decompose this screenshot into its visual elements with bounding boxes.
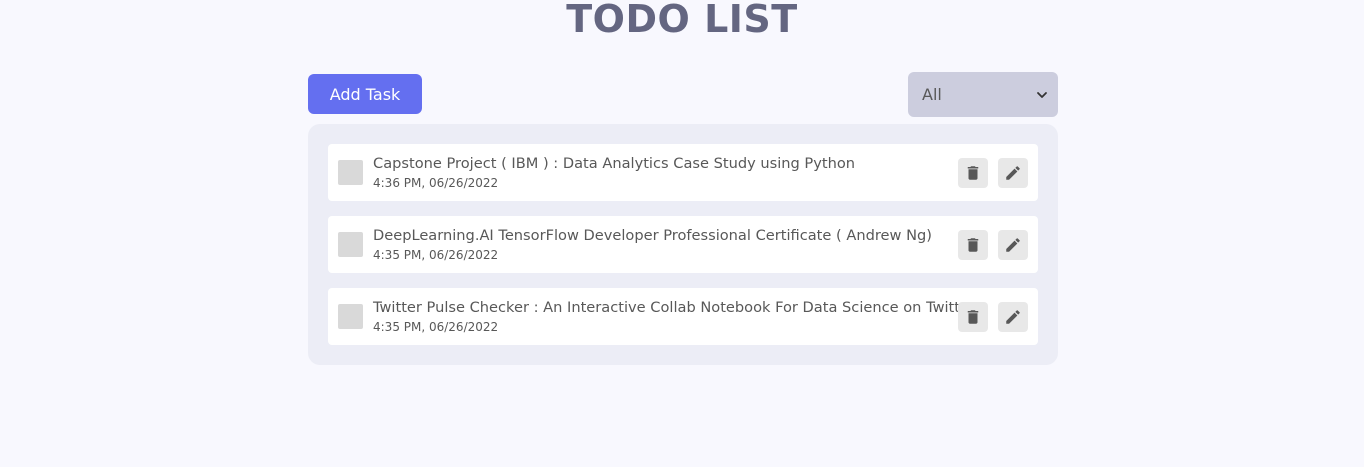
- pencil-icon: [1006, 238, 1020, 252]
- trash-icon: [967, 166, 979, 180]
- edit-button[interactable]: [998, 158, 1028, 188]
- todo-item: Capstone Project ( IBM ) : Data Analytic…: [328, 144, 1038, 201]
- todo-text: DeepLearning.AI TensorFlow Developer Pro…: [373, 226, 932, 263]
- todo-checkbox[interactable]: [338, 304, 363, 329]
- page-title: TODO LIST: [566, 0, 798, 41]
- status-filter-select[interactable]: All: [908, 72, 1058, 117]
- todo-checkbox[interactable]: [338, 232, 363, 257]
- trash-icon: [967, 238, 979, 252]
- filter-selected-value: All: [922, 85, 942, 104]
- todo-title: Capstone Project ( IBM ) : Data Analytic…: [373, 155, 856, 172]
- todo-timestamp: 4:35 PM, 06/26/2022: [373, 320, 499, 334]
- delete-button[interactable]: [958, 302, 988, 332]
- chevron-down-icon: [1037, 91, 1047, 98]
- edit-button[interactable]: [998, 302, 1028, 332]
- pencil-icon: [1006, 166, 1020, 180]
- todo-title: DeepLearning.AI TensorFlow Developer Pro…: [373, 227, 932, 244]
- delete-button[interactable]: [958, 230, 988, 260]
- todo-list: Capstone Project ( IBM ) : Data Analytic…: [308, 124, 1058, 365]
- trash-icon: [967, 310, 979, 324]
- todo-title: Twitter Pulse Checker : An Interactive C…: [373, 299, 975, 316]
- edit-button[interactable]: [998, 230, 1028, 260]
- todo-item: Twitter Pulse Checker : An Interactive C…: [328, 288, 1038, 345]
- todo-checkbox[interactable]: [338, 160, 363, 185]
- add-task-button[interactable]: Add Task: [308, 74, 422, 114]
- todo-timestamp: 4:35 PM, 06/26/2022: [373, 248, 499, 262]
- todo-text: Capstone Project ( IBM ) : Data Analytic…: [373, 154, 855, 191]
- todo-timestamp: 4:36 PM, 06/26/2022: [373, 176, 499, 190]
- delete-button[interactable]: [958, 158, 988, 188]
- todo-text: Twitter Pulse Checker : An Interactive C…: [373, 298, 975, 335]
- todo-item: DeepLearning.AI TensorFlow Developer Pro…: [328, 216, 1038, 273]
- pencil-icon: [1006, 310, 1020, 324]
